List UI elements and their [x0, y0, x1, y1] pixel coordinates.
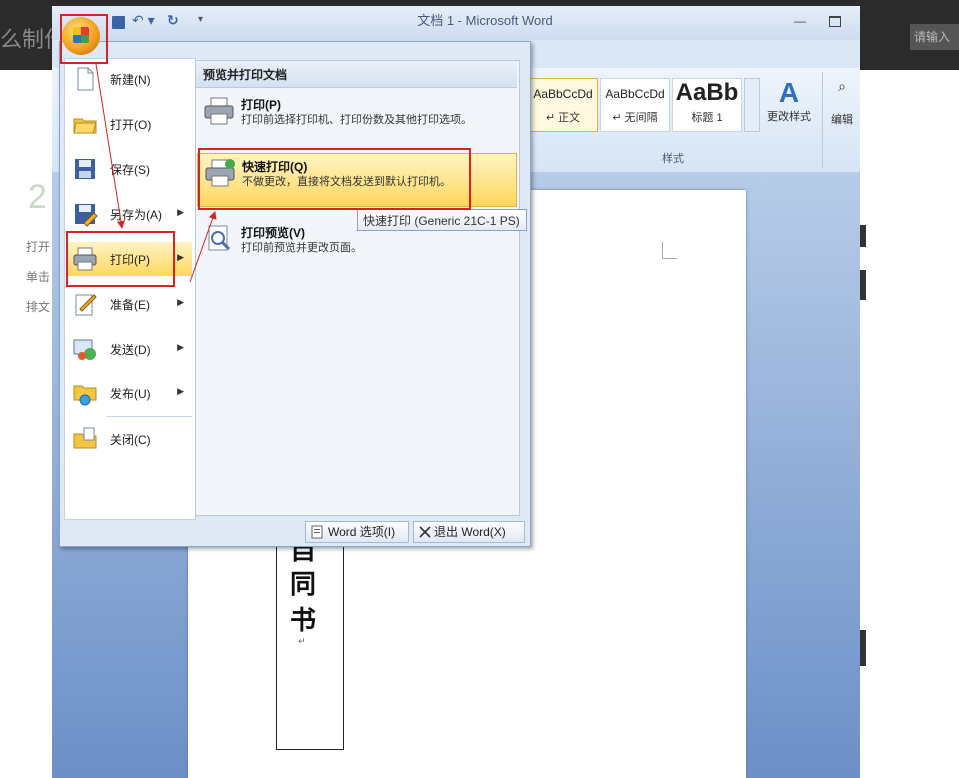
annotation-arrow [189, 211, 217, 283]
annotation-arrows [95, 63, 217, 283]
annotation-arrow [95, 63, 125, 229]
